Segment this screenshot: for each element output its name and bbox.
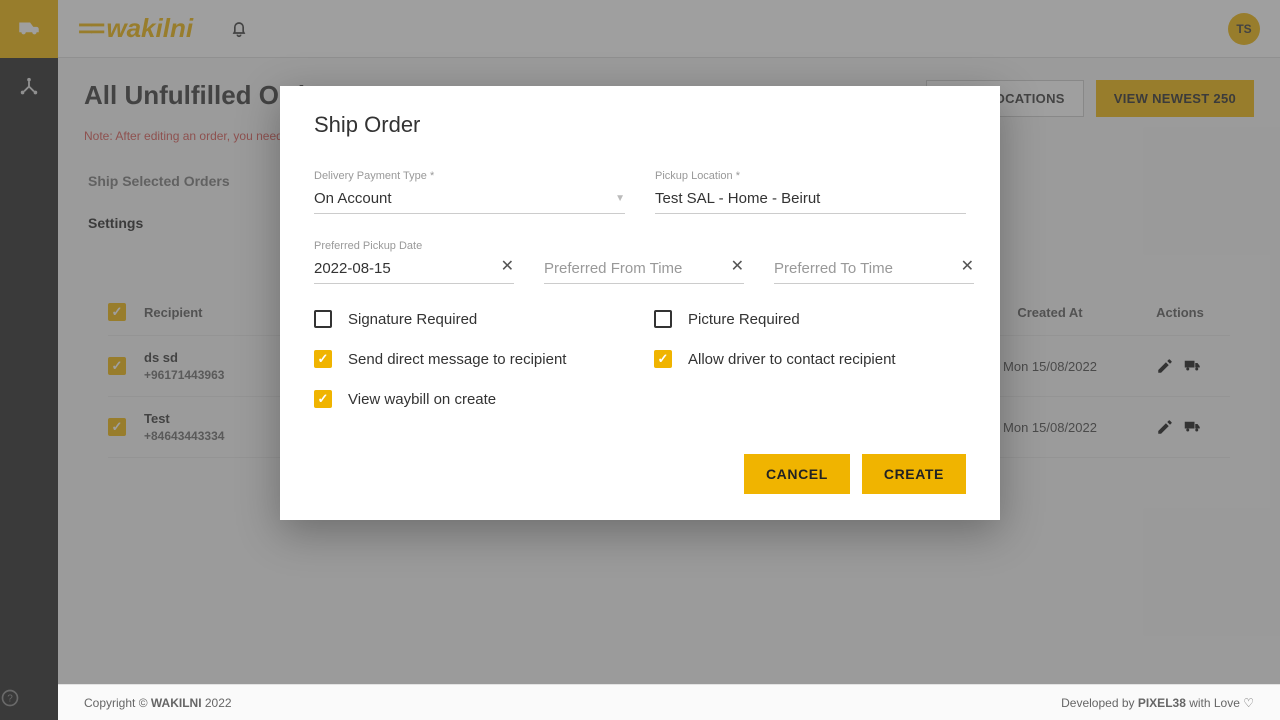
to-time-input[interactable]: [774, 256, 974, 284]
pickup-location-value: Test SAL - Home - Beirut: [655, 186, 966, 214]
pickup-date-field[interactable]: Preferred Pickup Date ✕: [314, 240, 514, 284]
pickup-date-input[interactable]: [314, 256, 514, 284]
checkbox-checked-icon: ✓: [314, 390, 332, 408]
copyright-text: Copyright © WAKILNI 2022: [84, 696, 232, 710]
checkbox-empty-icon: [654, 310, 672, 328]
signature-required-checkbox[interactable]: Signature Required: [314, 310, 614, 328]
ship-order-modal: Ship Order Delivery Payment Type * On Ac…: [280, 86, 1000, 520]
delivery-payment-field[interactable]: Delivery Payment Type * On Account ▼: [314, 170, 625, 214]
pickup-location-label: Pickup Location *: [655, 170, 966, 182]
signature-required-label: Signature Required: [348, 311, 477, 328]
delivery-payment-value: On Account: [314, 186, 625, 214]
clear-to-time-button[interactable]: ✕: [961, 256, 974, 276]
developed-by-text: Developed by PIXEL38 with Love ♡: [1061, 696, 1254, 710]
picture-required-checkbox[interactable]: Picture Required: [654, 310, 954, 328]
view-waybill-label: View waybill on create: [348, 391, 496, 408]
cancel-button[interactable]: CANCEL: [744, 454, 850, 494]
create-button[interactable]: CREATE: [862, 454, 966, 494]
send-message-checkbox[interactable]: ✓ Send direct message to recipient: [314, 350, 614, 368]
from-time-field[interactable]: ✕: [544, 240, 744, 284]
allow-driver-contact-checkbox[interactable]: ✓ Allow driver to contact recipient: [654, 350, 954, 368]
picture-required-label: Picture Required: [688, 311, 800, 328]
clear-from-time-button[interactable]: ✕: [731, 256, 744, 276]
allow-driver-contact-label: Allow driver to contact recipient: [688, 351, 896, 368]
delivery-payment-label: Delivery Payment Type *: [314, 170, 625, 182]
checkbox-empty-icon: [314, 310, 332, 328]
checkbox-checked-icon: ✓: [314, 350, 332, 368]
checkbox-checked-icon: ✓: [654, 350, 672, 368]
pickup-date-label: Preferred Pickup Date: [314, 240, 514, 252]
send-message-label: Send direct message to recipient: [348, 351, 566, 368]
modal-title: Ship Order: [314, 112, 966, 138]
to-time-field[interactable]: ✕: [774, 240, 974, 284]
chevron-down-icon: ▼: [615, 193, 625, 204]
footer: Copyright © WAKILNI 2022 Developed by PI…: [58, 684, 1280, 720]
view-waybill-checkbox[interactable]: ✓ View waybill on create: [314, 390, 614, 408]
clear-date-button[interactable]: ✕: [501, 256, 514, 276]
from-time-input[interactable]: [544, 256, 744, 284]
pickup-location-field[interactable]: Pickup Location * Test SAL - Home - Beir…: [655, 170, 966, 214]
